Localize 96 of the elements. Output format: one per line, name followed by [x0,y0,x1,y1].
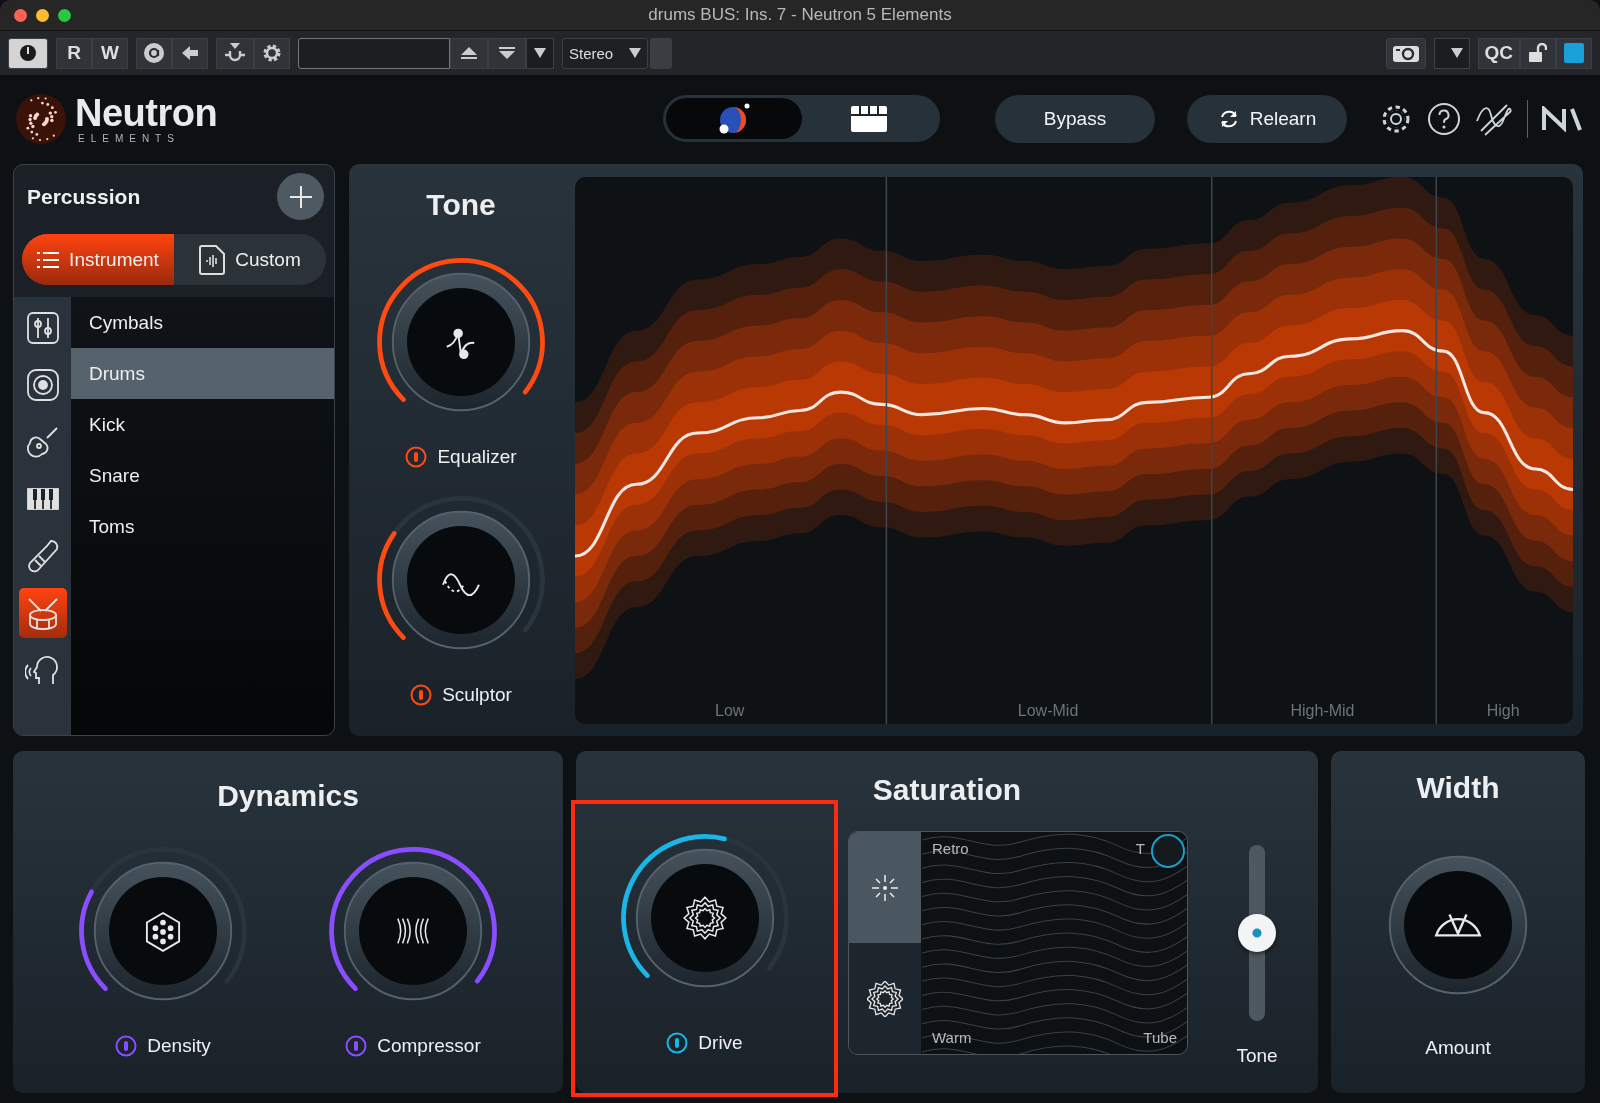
close-button[interactable] [14,8,27,22]
band-label: High [1486,702,1520,720]
knob[interactable] [377,496,545,650]
plus-icon [288,184,313,209]
saturation-pad[interactable]: Retro T Warm Tube [848,831,1188,1055]
list-icon [37,250,60,269]
add-button[interactable] [277,173,324,220]
back-button[interactable] [172,37,208,69]
relearn-button[interactable]: Relearn [1187,94,1347,143]
band-label: High-Mid [1290,702,1355,720]
zoom-button[interactable] [58,8,71,22]
channel-dropdown[interactable]: Stereo [562,37,648,69]
instrument-item[interactable]: Snare [71,450,334,501]
tone-slider[interactable] [1238,845,1276,1021]
speaker-icon [24,367,61,403]
parallel-lines-icon [397,917,429,945]
dropdown-button[interactable] [1433,37,1470,69]
lock-button[interactable] [1520,37,1556,69]
band-label: Low-Mid [1017,702,1079,720]
pad-label: T [1135,840,1145,857]
window-title: drums BUS: Ins. 7 - Neutron 5 Elements [648,5,952,25]
automation-button[interactable]: R [56,37,92,69]
preset-field[interactable] [298,37,450,69]
logo-name: Neutron [75,93,218,132]
knob[interactable] [620,834,789,988]
module-label: Equalizer [437,446,517,468]
instrument-item[interactable]: Toms [71,501,334,552]
starburst-icon [682,896,727,940]
bypass-button[interactable]: Bypass [995,94,1155,143]
module-label: Sculptor [442,684,512,706]
qc-button[interactable]: QC [1477,37,1520,69]
pad-label: Tube [1143,1029,1177,1046]
caret-icon [1450,48,1463,58]
mode-tab[interactable]: Custom [174,234,326,285]
slider-thumb[interactable] [1238,914,1276,952]
insert-button[interactable] [216,37,254,69]
snapshot-button[interactable] [1385,37,1426,69]
instrument-item[interactable]: Drums [71,348,334,399]
previous-preset-button[interactable] [450,37,488,69]
pad-label: Warm [932,1029,972,1046]
panel-title: Width [1416,771,1500,805]
band-label: Low [715,702,745,720]
power-icon[interactable] [405,446,428,468]
down-arrow-icon [498,46,516,60]
sync-toggle[interactable] [1556,37,1592,69]
module-label: Density [147,1035,211,1057]
power-icon [19,44,37,62]
sparkle-icon [870,872,900,903]
knob[interactable] [79,847,247,1001]
starburst-icon [867,980,903,1017]
curve-icon [445,328,476,360]
dotted-sphere-icon [15,92,67,145]
next-preset-button[interactable] [488,37,526,69]
power-icon[interactable] [345,1035,368,1057]
caret-icon [534,48,546,58]
caret-icon [629,48,641,58]
automation-button[interactable]: W [92,37,128,69]
mode-tab[interactable]: Instrument [22,234,174,285]
panel-title: Dynamics [217,779,359,813]
settings-button[interactable] [254,37,290,69]
help-icon[interactable] [1427,101,1461,136]
module-label: Compressor [377,1035,481,1057]
wave-icon [442,573,480,597]
power-button[interactable] [8,37,48,69]
hexagon-dots-icon [145,911,181,952]
logo-subtitle: ELEMENTS [77,133,181,144]
grid-icon [851,105,888,132]
module-label: Amount [1425,1037,1491,1059]
audio-file-icon [199,244,226,275]
unlocked-icon [1529,43,1547,63]
power-icon[interactable] [115,1035,138,1057]
slider-label: Tone [1236,1045,1278,1067]
instrument-item[interactable]: Cymbals [71,297,334,348]
panel-title: Percussion [27,184,141,209]
camera-icon [1392,44,1419,62]
power-icon[interactable] [666,1032,689,1054]
power-icon[interactable] [410,684,433,706]
module-label: Drive [698,1032,743,1054]
guitar-icon [24,424,61,460]
minimize-button[interactable] [36,8,49,22]
pad-label: Retro [932,840,969,857]
instrument-item[interactable]: Kick [71,399,334,450]
panel-title: Saturation [871,772,1023,808]
at-sign-icon [143,42,165,64]
category-button[interactable] [18,588,67,638]
sliders-icon [24,310,61,346]
gauge-icon [1435,914,1481,937]
brand-logo-icon [1542,105,1582,132]
panel-title: Tone [426,188,496,222]
arrow-left-icon [182,46,198,60]
preset-dropdown[interactable] [526,37,554,69]
up-arrow-icon [460,46,478,60]
puck-handle[interactable] [1151,834,1185,868]
insert-icon [223,43,247,63]
at-sign-button[interactable] [136,37,172,69]
settings-icon [262,43,282,63]
